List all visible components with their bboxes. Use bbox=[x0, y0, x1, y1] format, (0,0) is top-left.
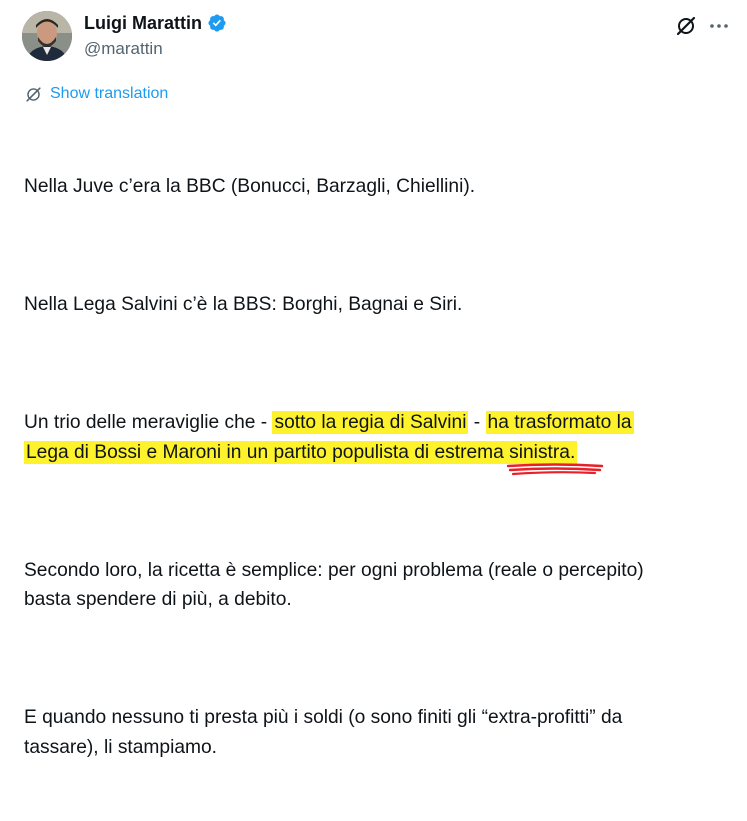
highlight-lega-di-bossi: Lega di Bossi e Maroni in un partito pop… bbox=[24, 440, 604, 475]
highlight-ha-trasformato: ha trasformato la bbox=[485, 411, 634, 434]
tweet-paragraph-5: E quando nessuno ti presta più i soldi (… bbox=[24, 707, 623, 758]
author-display-name[interactable]: Luigi Marattin bbox=[84, 12, 202, 34]
profile-photo bbox=[22, 11, 72, 61]
highlight-period: . bbox=[569, 441, 576, 463]
tweet-paragraph-1: Nella Juve c’era la BBC (Bonucci, Barzag… bbox=[24, 176, 476, 197]
paragraph-3-intro: Un trio delle meraviglie che - bbox=[24, 412, 273, 433]
author-name-row[interactable]: Luigi Marattin bbox=[84, 12, 227, 34]
verified-badge-icon bbox=[208, 14, 226, 32]
author-handle[interactable]: @marattin bbox=[84, 39, 227, 59]
author-block: Luigi Marattin @marattin bbox=[84, 12, 227, 59]
red-underline-scribble bbox=[506, 462, 604, 475]
tweet-text: Nella Juve c’era la BBC (Bonucci, Barzag… bbox=[24, 113, 742, 821]
underlined-word-sinistra: sinistra bbox=[506, 438, 604, 475]
avatar[interactable] bbox=[22, 11, 72, 61]
word-sinistra: sinistra bbox=[509, 441, 570, 463]
more-options-icon[interactable] bbox=[707, 14, 731, 38]
tweet-paragraph-3: Un trio delle meraviglie che - sotto la … bbox=[24, 408, 742, 475]
grok-icon[interactable] bbox=[674, 14, 698, 38]
translate-icon bbox=[26, 86, 41, 102]
paragraph-3-dash: - bbox=[468, 412, 486, 433]
show-translation-label[interactable]: Show translation bbox=[50, 84, 168, 104]
tweet-paragraph-4: Secondo loro, la ricetta è semplice: per… bbox=[24, 559, 644, 611]
show-translation-link[interactable]: Show translation bbox=[24, 84, 168, 104]
highlight-lega-text: Lega di Bossi e Maroni in un partito pop… bbox=[26, 441, 510, 463]
tweet-paragraph-2: Nella Lega Salvini c’è la BBS: Borghi, B… bbox=[24, 294, 463, 315]
highlight-regia-salvini: sotto la regia di Salvini bbox=[272, 411, 469, 434]
